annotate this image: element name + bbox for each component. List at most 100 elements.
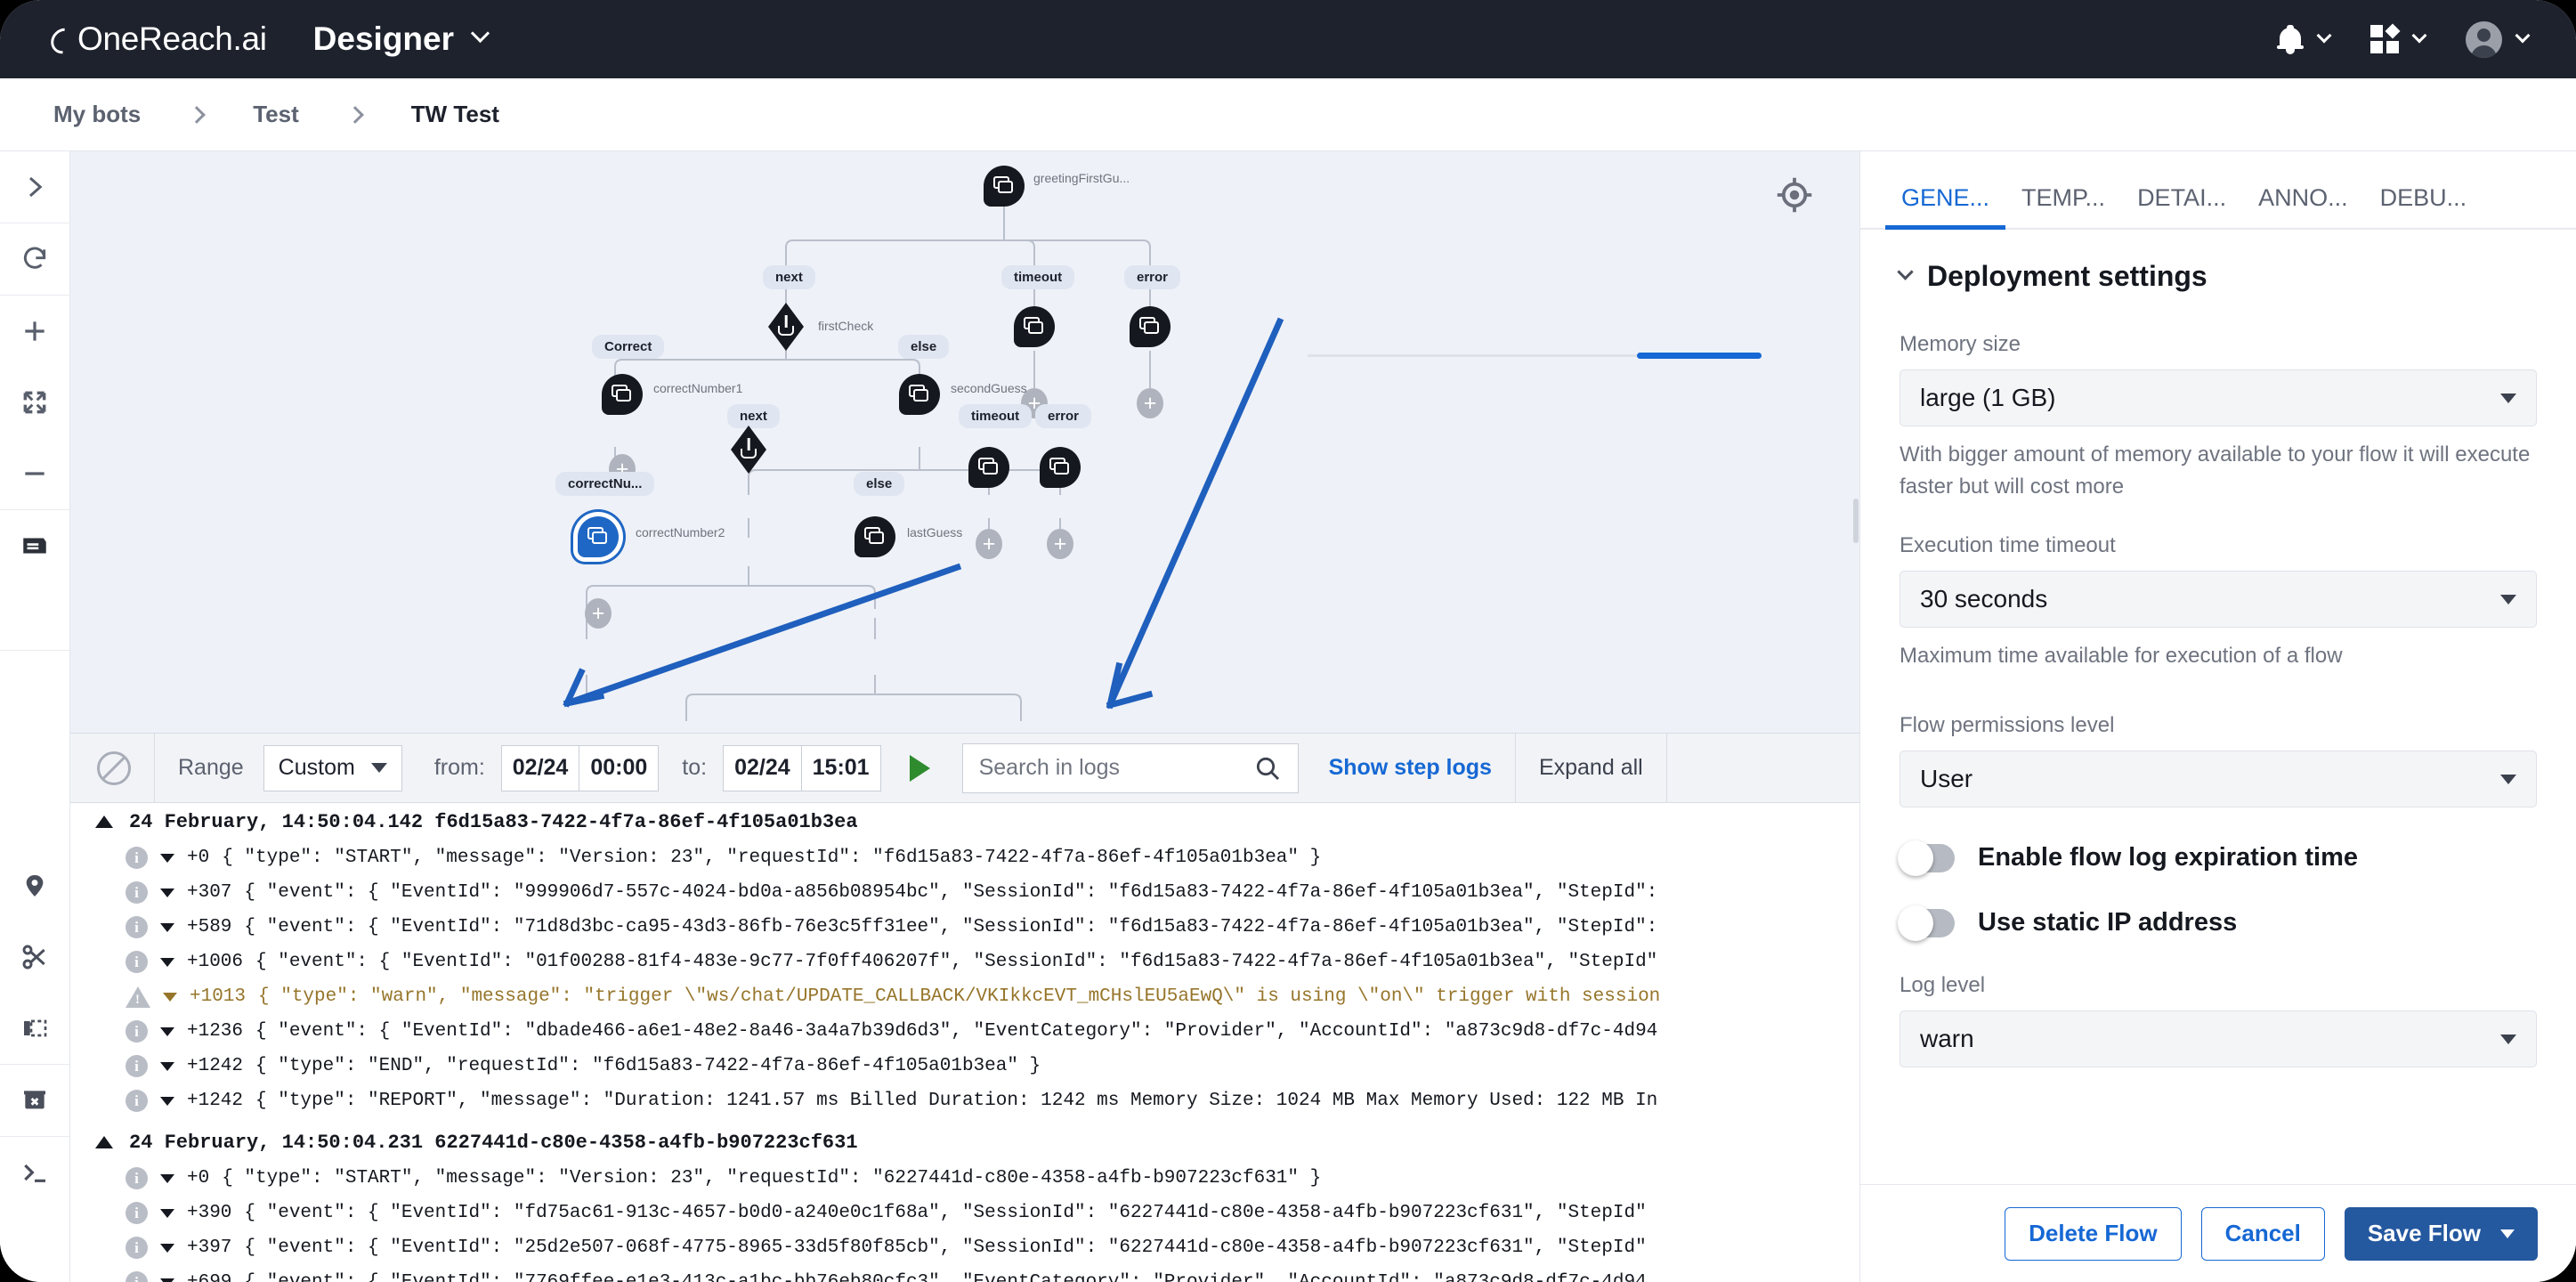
log-row[interactable]: i +1242 { "type": "END", "requestId": "f6d… [70,1049,1859,1083]
add-step-button[interactable]: + [1137,388,1163,418]
add-step-button[interactable]: + [585,598,612,629]
top-bar: OneReach.ai Designer [0,0,2576,78]
search-input-wrap[interactable] [961,742,1299,793]
sidebar-item-select-area[interactable] [0,993,69,1064]
flow-node-timeout-2[interactable] [968,447,1009,488]
tab-template[interactable]: TEMP... [2005,184,2121,228]
log-level-label: Log level [1900,973,1986,997]
log-level-select[interactable]: warn [1900,1010,2537,1067]
log-row-warning[interactable]: +1013 { "type": "warn", "message": "trigg… [70,979,1859,1014]
sidebar-item-refresh[interactable] [0,223,69,295]
section-deployment-settings[interactable]: Deployment settings [1897,260,2537,293]
edge-pill-timeout-2[interactable]: timeout [959,404,1033,428]
account-button[interactable] [2466,20,2531,58]
flow-node-timeout-1[interactable] [1014,306,1055,347]
tab-details[interactable]: DETAI... [2121,184,2242,228]
log-row[interactable]: i +397 { "event": { "EventId": "25d2e507-0… [70,1230,1859,1265]
expand-all-button[interactable]: Expand all [1539,755,1643,781]
flow-node-error-1[interactable] [1130,306,1171,347]
canvas-scrollbar[interactable] [1637,353,1762,359]
edge-pill-else-2[interactable]: else [854,472,905,496]
sidebar-item-expand-panel[interactable] [0,151,69,223]
target-crosshair-icon[interactable] [1776,176,1813,214]
brand-logo[interactable]: OneReach.ai [45,20,267,60]
sidebar-item-pin[interactable] [0,850,69,921]
sidebar-item-console[interactable] [0,1137,69,1208]
log-expiration-toggle[interactable] [1898,840,1955,876]
app-switcher-button[interactable] [470,23,490,48]
log-row[interactable]: i +1242 { "type": "REPORT", "message": "Du… [70,1083,1859,1118]
flow-node-lastguess[interactable] [855,516,895,557]
to-date-input[interactable]: 02/24 [723,744,802,791]
add-step-button[interactable]: + [1047,529,1073,559]
chevron-down-icon [470,23,490,44]
memory-size-select[interactable]: large (1 GB) [1900,369,2537,426]
log-row[interactable]: i +1006 { "event": { "EventId": "01f00288-… [70,945,1859,979]
log-offset: +390 [187,1203,232,1223]
memory-size-label: Memory size [1900,332,2021,356]
edge-pill-correct[interactable]: Correct [592,335,665,359]
log-expiration-toggle-row[interactable]: Enable flow log expiration time [1898,840,2537,876]
save-flow-button[interactable]: Save Flow [2344,1206,2538,1261]
edge-pill-timeout[interactable]: timeout [1001,265,1075,289]
sidebar-item-delete[interactable] [0,1065,69,1136]
flow-canvas[interactable]: greetingFirstGu... next timeout error fi… [70,151,1859,734]
chevron-right-icon [29,176,43,198]
log-text: { "event": { "EventId": "7769ffee-e1e3-4… [244,1272,1646,1282]
edge-pill-else[interactable]: else [898,335,950,359]
flow-node-correctnumber1[interactable] [602,374,643,415]
tab-general[interactable]: GENE... [1885,184,2006,230]
tab-annotations[interactable]: ANNO... [2242,184,2364,228]
add-step-button[interactable]: + [976,529,1002,559]
tab-debug[interactable]: DEBU... [2364,184,2483,228]
from-date-input[interactable]: 02/24 [500,744,580,791]
to-time-input[interactable]: 15:01 [801,744,881,791]
flow-node-secondcheck[interactable] [731,426,766,474]
breadcrumb-item-1[interactable]: Test [253,101,299,128]
log-row[interactable]: i +589 { "event": { "EventId": "71d8d3bc-c… [70,910,1859,945]
edge-pill-error-2[interactable]: error [1035,404,1092,428]
log-row[interactable]: i +390 { "event": { "EventId": "fd75ac61-9… [70,1196,1859,1230]
breadcrumb-item-0[interactable]: My bots [53,101,141,128]
apps-button[interactable] [2370,23,2427,53]
log-row[interactable]: i +307 { "event": { "EventId": "999906d7-5… [70,875,1859,910]
sidebar-item-zoom-out[interactable] [0,438,69,509]
panel-scrollbar[interactable] [1853,499,1859,543]
cancel-button[interactable]: Cancel [2200,1206,2325,1261]
sidebar-item-documentation[interactable] [0,510,69,581]
flow-node-firstcheck[interactable] [768,303,804,351]
execution-timeout-select[interactable]: 30 seconds [1900,571,2537,628]
log-row[interactable]: i +0 { "type": "START", "message": "Versio… [70,840,1859,875]
breadcrumb: My bots Test TW Test [0,78,2576,151]
edge-pill-correctnu[interactable]: correctNu... [555,472,655,496]
flow-node-error-2[interactable] [1040,447,1081,488]
play-icon[interactable] [909,754,930,782]
notifications-button[interactable] [2277,24,2332,54]
no-entry-icon[interactable] [97,751,131,785]
search-input[interactable] [978,755,1246,781]
flow-node-secondguess[interactable] [899,374,940,415]
sidebar-item-fit-screen[interactable] [0,367,69,438]
log-row[interactable]: i +0 { "type": "START", "message": "Versio… [70,1161,1859,1196]
flow-permissions-label: Flow permissions level [1900,713,2115,737]
show-step-logs-button[interactable]: Show step logs [1329,755,1492,781]
edge-pill-next[interactable]: next [763,265,815,289]
chevron-down-icon [2500,1034,2516,1044]
log-group-header[interactable]: 24 February, 14:50:04.231 6227441d-c80e-… [70,1124,1859,1161]
flow-node-greeting[interactable] [984,166,1025,207]
log-group-header[interactable]: 24 February, 14:50:04.142 f6d15a83-7422-… [70,803,1859,840]
sidebar-item-cut[interactable] [0,921,69,993]
range-select[interactable]: Custom [263,744,402,791]
static-ip-toggle[interactable] [1898,905,1955,941]
edge-pill-next-2[interactable]: next [727,404,780,428]
static-ip-toggle-row[interactable]: Use static IP address [1898,905,2537,941]
flow-node-correctnumber2[interactable] [578,516,619,557]
log-row[interactable]: i +699 { "event": { "EventId": "7769ffee-e… [70,1265,1859,1282]
sidebar-item-zoom-in[interactable] [0,296,69,367]
edge-pill-error[interactable]: error [1124,265,1181,289]
log-row[interactable]: i +1236 { "event": { "EventId": "dbade466-… [70,1014,1859,1049]
from-time-input[interactable]: 00:00 [579,744,660,791]
flow-permissions-select[interactable]: User [1900,751,2537,807]
log-list[interactable]: 24 February, 14:50:04.142 f6d15a83-7422-… [70,803,1859,1282]
delete-flow-button[interactable]: Delete Flow [2005,1206,2182,1261]
